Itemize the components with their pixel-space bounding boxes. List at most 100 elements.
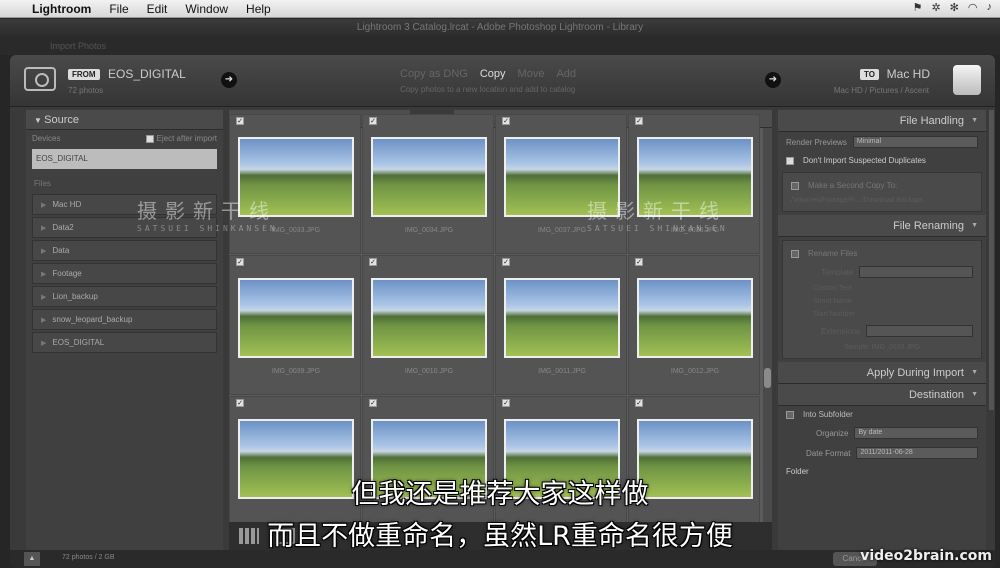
mode-copy[interactable]: Copy <box>480 68 506 80</box>
into-subfolder-checkbox[interactable] <box>786 410 794 419</box>
scroll-thumb[interactable] <box>764 368 771 388</box>
volume-item[interactable]: ▶ Footage <box>32 263 217 284</box>
rename-files-row[interactable]: Rename Files <box>783 245 981 262</box>
source-selector[interactable]: EOS_DIGITAL <box>108 67 186 81</box>
source-arrow-icon[interactable]: ➜ <box>221 72 237 88</box>
template-select[interactable] <box>859 266 973 278</box>
subtitle-line-2: 而且不做重命名，虽然LR重命名很方便 <box>267 521 733 552</box>
volume-label: Mac HD <box>52 200 82 209</box>
device-item[interactable]: EOS_DIGITAL <box>32 149 217 169</box>
photo-cell[interactable]: ✓ IMG_0037.JPG <box>495 114 627 254</box>
files-label: Files <box>34 179 51 188</box>
dont-import-dupes-row[interactable]: ✓ Don't Import Suspected Duplicates <box>778 152 986 169</box>
wifi-icon[interactable]: ◠ <box>968 1 978 14</box>
photo-thumbnail[interactable] <box>371 137 487 217</box>
file-handling-header[interactable]: File Handling <box>778 110 986 132</box>
eject-checkbox[interactable] <box>145 134 154 143</box>
disclosure-triangle-icon[interactable]: ▶ <box>41 340 46 347</box>
second-copy-path: /Volumes/Footage/Pi.../Download Backups <box>791 197 924 204</box>
photo-cell[interactable]: ✓ IMG_0033.JPG <box>229 114 361 254</box>
photo-checkbox[interactable]: ✓ <box>635 399 643 407</box>
photo-checkbox[interactable]: ✓ <box>236 117 244 125</box>
collapse-triangle-icon: ▼ <box>34 116 45 125</box>
video2brain-logo: video2brain.com <box>860 548 992 564</box>
source-panel-header[interactable]: ▼ Source <box>26 110 223 130</box>
photo-checkbox[interactable]: ✓ <box>236 258 244 266</box>
to-badge: TO <box>860 69 879 80</box>
volume-item[interactable]: ▶ snow_leopard_backup <box>32 309 217 330</box>
photo-thumbnail[interactable] <box>504 278 620 358</box>
destination-subtitle: Mac HD / Pictures / Ascent <box>833 86 929 95</box>
menu-window[interactable]: Window <box>176 2 237 16</box>
photo-checkbox[interactable]: ✓ <box>369 399 377 407</box>
into-subfolder-row[interactable]: Into Subfolder <box>778 406 986 423</box>
photo-checkbox[interactable]: ✓ <box>635 258 643 266</box>
photo-checkbox[interactable]: ✓ <box>502 399 510 407</box>
dont-import-dupes-checkbox[interactable]: ✓ <box>786 156 794 165</box>
from-badge: FROM <box>68 69 100 80</box>
camera-icon <box>24 67 56 91</box>
dest-arrow-icon[interactable]: ➜ <box>765 72 781 88</box>
disclosure-triangle-icon[interactable]: ▶ <box>41 317 46 324</box>
render-previews-select[interactable]: Minimal <box>852 136 978 148</box>
photo-cell[interactable]: ✓ IMG_0039.JPG <box>229 255 361 395</box>
extensions-row: Extensions <box>783 321 981 341</box>
flag-icon[interactable]: ⚑ <box>913 1 923 14</box>
volume-item[interactable]: ▶ EOS_DIGITAL <box>32 332 217 353</box>
photo-thumbnail[interactable] <box>637 278 753 358</box>
volume-label: snow_leopard_backup <box>52 315 133 324</box>
second-copy-checkbox[interactable] <box>791 181 799 190</box>
menu-file[interactable]: File <box>100 2 137 16</box>
photo-cell[interactable]: ✓ IMG_0010.JPG <box>362 255 494 395</box>
photo-checkbox[interactable]: ✓ <box>502 258 510 266</box>
photo-cell[interactable]: ✓ IMG_0012.JPG <box>628 255 760 395</box>
watermark-left: 摄影新干线 <box>137 199 277 223</box>
rename-files-checkbox[interactable] <box>791 249 799 258</box>
second-copy-row[interactable]: Make a Second Copy To: <box>783 177 981 194</box>
second-copy-block: Make a Second Copy To: /Volumes/Footage/… <box>782 172 982 212</box>
settings-scrollbar[interactable] <box>989 110 994 410</box>
photo-checkbox[interactable]: ✓ <box>369 258 377 266</box>
photo-checkbox[interactable]: ✓ <box>236 399 244 407</box>
disclosure-triangle-icon[interactable]: ▶ <box>41 294 46 301</box>
menu-lightroom[interactable]: Lightroom <box>28 2 100 16</box>
photo-cell[interactable]: ✓ IMG_0011.JPG <box>495 255 627 395</box>
file-renaming-header[interactable]: File Renaming <box>778 215 986 237</box>
destination-selector[interactable]: Mac HD <box>887 67 930 81</box>
destination-header[interactable]: Destination <box>778 384 986 406</box>
window-title: Lightroom 3 Catalog.lrcat - Adobe Photos… <box>0 19 1000 37</box>
apply-during-import-header[interactable]: Apply During Import <box>778 362 986 384</box>
photo-cell[interactable]: ✓ IMG_0038.JPG <box>628 114 760 254</box>
disclosure-triangle-icon[interactable]: ▶ <box>41 271 46 278</box>
menu-edit[interactable]: Edit <box>138 2 177 16</box>
date-format-select[interactable]: 2011/2011-06-28 <box>856 447 978 459</box>
photo-filename: IMG_0011.JPG <box>538 368 586 375</box>
disclosure-triangle-icon[interactable]: ▶ <box>41 248 46 255</box>
photo-checkbox[interactable]: ✓ <box>502 117 510 125</box>
photo-count: 72 photos / 2 GB <box>62 554 115 561</box>
extensions-select[interactable] <box>866 325 973 337</box>
volume-item[interactable]: ▶ Lion_backup <box>32 286 217 307</box>
mode-move[interactable]: Move <box>518 68 545 80</box>
volume-icon[interactable]: ♪ <box>987 1 993 14</box>
disclosure-triangle-icon[interactable]: ▶ <box>41 225 46 232</box>
photo-thumbnail[interactable] <box>371 278 487 358</box>
subtitle-line-1: 但我还是推荐大家这样做 <box>351 479 649 510</box>
source-subtitle: 72 photos <box>68 86 104 95</box>
photo-cell[interactable]: ✓ IMG_0034.JPG <box>362 114 494 254</box>
eject-after-import[interactable]: Eject after import <box>145 134 217 143</box>
photo-checkbox[interactable]: ✓ <box>369 117 377 125</box>
organize-select[interactable]: By date <box>854 427 978 439</box>
devices-row: Devices Eject after import <box>26 130 223 147</box>
photo-thumbnail[interactable] <box>238 278 354 358</box>
bluetooth-icon[interactable]: ✻ <box>950 1 959 14</box>
expand-up-button[interactable]: ▲ <box>24 552 40 566</box>
menu-help[interactable]: Help <box>237 2 280 16</box>
mode-copy-as-dng[interactable]: Copy as DNG <box>400 68 468 80</box>
mode-add[interactable]: Add <box>556 68 576 80</box>
volume-item[interactable]: ▶ Data <box>32 240 217 261</box>
sync-icon[interactable]: ✲ <box>931 1 940 14</box>
custom-text-label: Custom Text <box>813 285 852 292</box>
photo-checkbox[interactable]: ✓ <box>635 117 643 125</box>
disclosure-triangle-icon[interactable]: ▶ <box>41 202 46 209</box>
